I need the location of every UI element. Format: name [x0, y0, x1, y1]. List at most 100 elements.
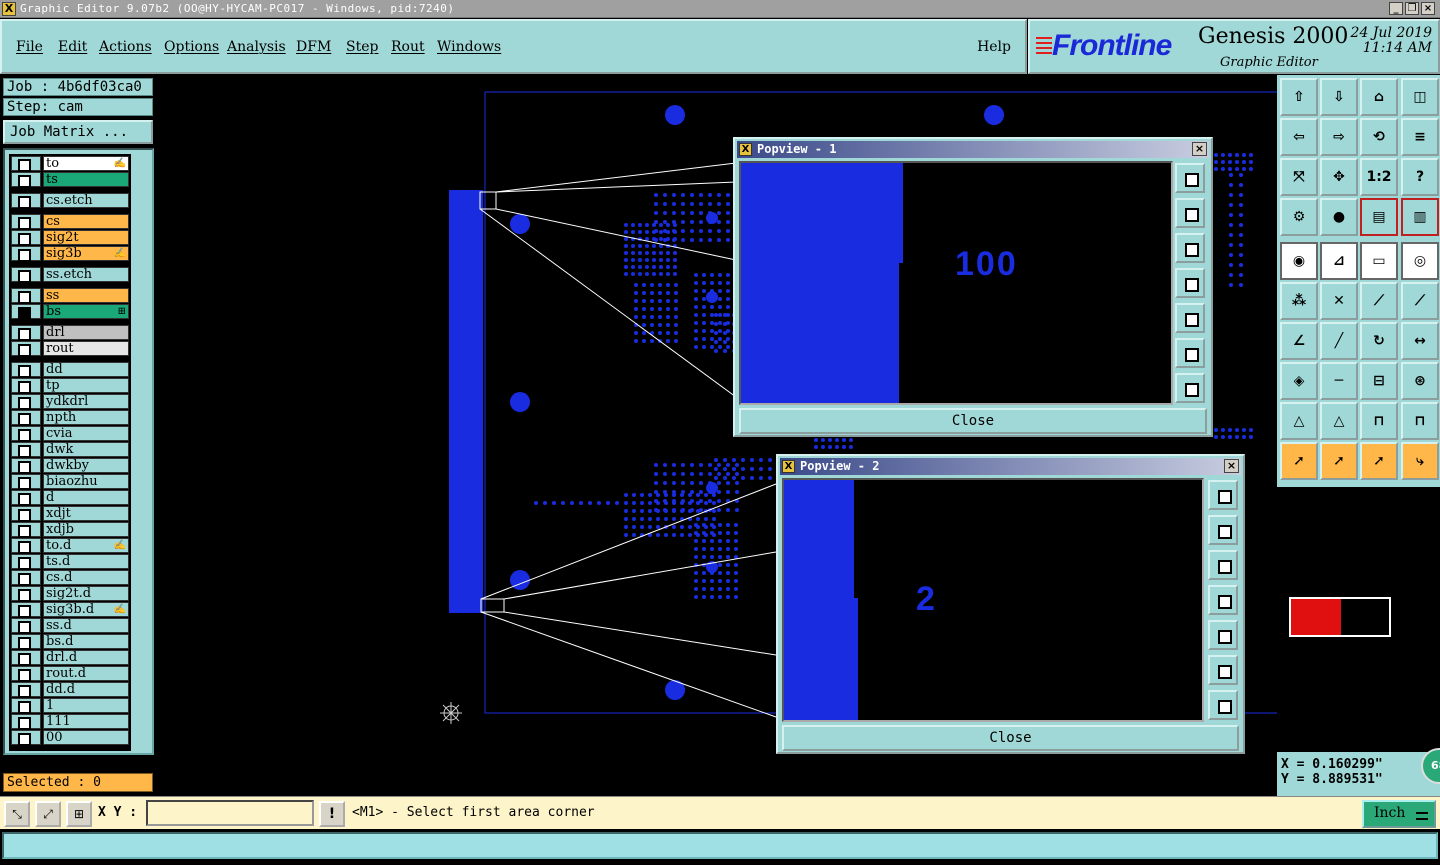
- layer-name[interactable]: rout: [43, 341, 129, 356]
- layer-checkbox[interactable]: [11, 538, 41, 554]
- rotate-icon[interactable]: ↻: [1360, 322, 1398, 360]
- snap-corner-icon[interactable]: ⤡: [4, 801, 30, 827]
- layer-name[interactable]: xdjb: [43, 522, 129, 537]
- layer-name[interactable]: dwkby: [43, 458, 129, 473]
- layer-row-sig3b[interactable]: sig3b ✍: [9, 246, 131, 262]
- menu-rout[interactable]: Rout: [391, 39, 425, 55]
- zoom-out-icon[interactable]: [1175, 373, 1205, 403]
- layer-checkbox[interactable]: [11, 522, 41, 538]
- layer-checkbox[interactable]: [11, 618, 41, 634]
- layer-row-1[interactable]: 1: [9, 698, 131, 714]
- layer-checkbox[interactable]: [11, 325, 41, 341]
- menu-help[interactable]: Help: [977, 39, 1011, 55]
- layer-name[interactable]: ydkdrl: [43, 394, 129, 409]
- layer-name[interactable]: ts: [43, 172, 129, 187]
- angle-icon[interactable]: ∠: [1280, 322, 1318, 360]
- menu-file[interactable]: File: [16, 39, 43, 55]
- layer-name[interactable]: dd.d: [43, 682, 129, 697]
- feature-add-icon[interactable]: ◉: [1280, 242, 1318, 280]
- home-icon[interactable]: ⌂: [1360, 78, 1398, 116]
- layer-row-ts-d[interactable]: ts.d: [9, 554, 131, 570]
- layer-checkbox[interactable]: [11, 172, 41, 188]
- line-node-icon[interactable]: ⟋: [1360, 282, 1398, 320]
- pan-right-icon[interactable]: [1175, 303, 1205, 333]
- layer-list-scrollbar[interactable]: [133, 152, 151, 752]
- layer-checkbox[interactable]: [11, 394, 41, 410]
- page-right-icon[interactable]: ⇨: [1320, 118, 1358, 156]
- layer-name[interactable]: cs.etch: [43, 193, 129, 208]
- layer-row-xdjt[interactable]: xdjt: [9, 506, 131, 522]
- shape-fill-icon[interactable]: ⊓: [1360, 402, 1398, 440]
- zoom-all-icon[interactable]: ⤧: [1280, 158, 1318, 196]
- layer-row-xdjb[interactable]: xdjb: [9, 522, 131, 538]
- layer-row-biaozhu[interactable]: biaozhu: [9, 474, 131, 490]
- layer-name[interactable]: 1: [43, 698, 129, 713]
- ratio-icon[interactable]: 1:2: [1360, 158, 1398, 196]
- pan-left-icon[interactable]: [1208, 585, 1238, 615]
- layer-row-d[interactable]: d: [9, 490, 131, 506]
- popview-1-titlebar[interactable]: X Popview - 1 ×: [737, 141, 1209, 158]
- display-options-icon[interactable]: ⚙: [1280, 198, 1318, 236]
- layer-checkbox[interactable]: [11, 730, 41, 746]
- layer-row-sig2t[interactable]: sig2t: [9, 230, 131, 246]
- layer-name[interactable]: drl.d: [43, 650, 129, 665]
- layer-name[interactable]: dd: [43, 362, 129, 377]
- layer-row-dd[interactable]: dd: [9, 362, 131, 378]
- layer-checkbox[interactable]: [11, 474, 41, 490]
- popview-2-titlebar[interactable]: X Popview - 2 ×: [780, 458, 1241, 475]
- measure-icon[interactable]: ⤢: [35, 801, 61, 827]
- pointer-select-icon[interactable]: ➚: [1320, 442, 1358, 480]
- record-icon[interactable]: ●: [1320, 198, 1358, 236]
- layer-name[interactable]: xdjt: [43, 506, 129, 521]
- layer-checkbox[interactable]: [11, 230, 41, 246]
- layer-row-sig3b-d[interactable]: sig3b.d ✍: [9, 602, 131, 618]
- redraw-icon[interactable]: ≡: [1401, 118, 1439, 156]
- pointer-route-icon[interactable]: ⤷: [1401, 442, 1439, 480]
- layer-row-cs[interactable]: cs: [9, 214, 131, 230]
- layer-name[interactable]: bs.d: [43, 634, 129, 649]
- home-up-icon[interactable]: ⇧: [1280, 78, 1318, 116]
- popview-1-close-button[interactable]: Close: [739, 408, 1207, 434]
- mirror-icon[interactable]: ⊓: [1401, 402, 1439, 440]
- layer-name[interactable]: 00: [43, 730, 129, 745]
- layer-row-cs-etch[interactable]: cs.etch: [9, 193, 131, 209]
- layer-row-drl[interactable]: drl: [9, 325, 131, 341]
- zoom-in-icon[interactable]: [1208, 655, 1238, 685]
- layer-checkbox[interactable]: [11, 246, 41, 262]
- layer-row-ydkdrl[interactable]: ydkdrl: [9, 394, 131, 410]
- zoom-center-icon[interactable]: ✥: [1320, 158, 1358, 196]
- layer-checkbox[interactable]: [11, 362, 41, 378]
- popview-2-view[interactable]: 2: [782, 478, 1204, 722]
- menu-dfm[interactable]: DFM: [296, 39, 331, 55]
- pad-icon[interactable]: ◎: [1401, 242, 1439, 280]
- edit-shape-icon[interactable]: ⊿: [1320, 242, 1358, 280]
- layer-row-npth[interactable]: npth: [9, 410, 131, 426]
- grid-icon[interactable]: ⊞: [66, 801, 92, 827]
- close-window-button[interactable]: ×: [1421, 2, 1435, 15]
- pan-down-icon[interactable]: [1175, 233, 1205, 263]
- pan-right-icon[interactable]: [1208, 620, 1238, 650]
- layer-checkbox[interactable]: [11, 506, 41, 522]
- layer-row-bs[interactable]: bs ⊞: [9, 304, 131, 320]
- zoom-in-icon[interactable]: [1175, 338, 1205, 368]
- layer-checkbox[interactable]: [11, 634, 41, 650]
- alert-icon[interactable]: !: [319, 801, 345, 827]
- layer-compare-icon[interactable]: ▤: [1360, 198, 1398, 236]
- maximize-button[interactable]: ❐: [1405, 2, 1419, 15]
- cross-icon[interactable]: ✕: [1320, 282, 1358, 320]
- window-split-icon[interactable]: ◫: [1401, 78, 1439, 116]
- xy-input[interactable]: [146, 800, 314, 826]
- layer-checkbox[interactable]: [11, 666, 41, 682]
- layer-row-drl-d[interactable]: drl.d: [9, 650, 131, 666]
- layer-checkbox[interactable]: [11, 341, 41, 357]
- layer-name[interactable]: sig3b ✍: [43, 246, 129, 261]
- layer-name[interactable]: ss: [43, 288, 129, 303]
- layer-row-ts[interactable]: ts: [9, 172, 131, 188]
- layer-name[interactable]: rout.d: [43, 666, 129, 681]
- zoom-out-icon[interactable]: [1208, 690, 1238, 720]
- layer-checkbox[interactable]: [11, 378, 41, 394]
- layer-stack-icon[interactable]: ▥: [1401, 198, 1439, 236]
- job-matrix-button[interactable]: Job Matrix ...: [3, 120, 153, 144]
- layer-checkbox[interactable]: [11, 682, 41, 698]
- menu-windows[interactable]: Windows: [437, 39, 501, 55]
